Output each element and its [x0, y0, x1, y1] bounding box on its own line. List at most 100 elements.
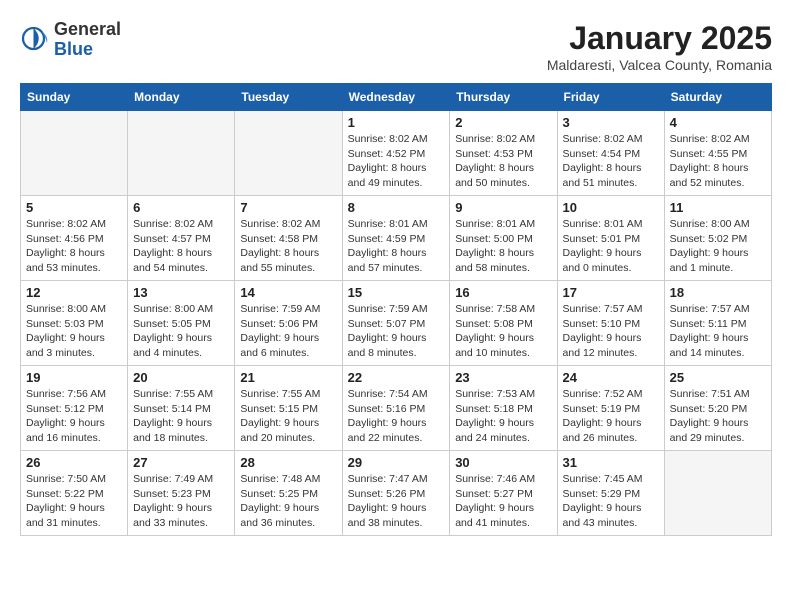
title-block: January 2025 Maldaresti, Valcea County, … — [547, 20, 772, 73]
day-number: 7 — [240, 200, 336, 215]
day-info: Sunrise: 8:02 AM Sunset: 4:54 PM Dayligh… — [563, 132, 659, 191]
day-number: 15 — [348, 285, 445, 300]
day-info: Sunrise: 8:02 AM Sunset: 4:58 PM Dayligh… — [240, 217, 336, 276]
day-number: 10 — [563, 200, 659, 215]
day-info: Sunrise: 8:00 AM Sunset: 5:02 PM Dayligh… — [670, 217, 766, 276]
day-info: Sunrise: 7:55 AM Sunset: 5:14 PM Dayligh… — [133, 387, 229, 446]
day-number: 14 — [240, 285, 336, 300]
calendar-cell: 3Sunrise: 8:02 AM Sunset: 4:54 PM Daylig… — [557, 111, 664, 196]
day-number: 1 — [348, 115, 445, 130]
calendar-week-row: 12 Sunrise: 8:00 AM Sunset: 5:03 PM Dayli… — [21, 281, 772, 366]
day-number: 16 — [455, 285, 551, 300]
day-info: Sunrise: 7:54 AM Sunset: 5:16 PM Dayligh… — [348, 387, 445, 446]
day-number: 19 — [26, 370, 122, 385]
logo-icon — [20, 25, 50, 55]
calendar-cell — [235, 111, 342, 196]
day-info: Sunrise: 8:02 AM Sunset: 4:52 PM Dayligh… — [348, 132, 445, 191]
calendar-cell: 13 Sunrise: 8:00 AM Sunset: 5:05 PM Dayli… — [128, 281, 235, 366]
page-header: General Blue January 2025 Maldaresti, Va… — [20, 20, 772, 73]
day-info: Sunrise: 7:51 AM Sunset: 5:20 PM Dayligh… — [670, 387, 766, 446]
calendar-cell: 16 Sunrise: 7:58 AM Sunset: 5:08 PM Dayli… — [450, 281, 557, 366]
calendar-cell: 11 Sunrise: 8:00 AM Sunset: 5:02 PM Dayli… — [664, 196, 771, 281]
calendar-cell: 2Sunrise: 8:02 AM Sunset: 4:53 PM Daylig… — [450, 111, 557, 196]
day-info: Sunrise: 7:58 AM Sunset: 5:08 PM Dayligh… — [455, 302, 551, 361]
weekday-header: Thursday — [450, 84, 557, 111]
calendar-cell: 29 Sunrise: 7:47 AM Sunset: 5:26 PM Dayli… — [342, 451, 450, 536]
calendar-cell: 24 Sunrise: 7:52 AM Sunset: 5:19 PM Dayli… — [557, 366, 664, 451]
calendar-cell: 28Sunrise: 7:48 AM Sunset: 5:25 PM Dayli… — [235, 451, 342, 536]
calendar-cell: 27Sunrise: 7:49 AM Sunset: 5:23 PM Dayli… — [128, 451, 235, 536]
day-number: 21 — [240, 370, 336, 385]
calendar-cell: 21Sunrise: 7:55 AM Sunset: 5:15 PM Dayli… — [235, 366, 342, 451]
day-number: 4 — [670, 115, 766, 130]
calendar-cell — [21, 111, 128, 196]
calendar-week-row: 26Sunrise: 7:50 AM Sunset: 5:22 PM Dayli… — [21, 451, 772, 536]
day-number: 5 — [26, 200, 122, 215]
calendar-cell: 19 Sunrise: 7:56 AM Sunset: 5:12 PM Dayli… — [21, 366, 128, 451]
day-number: 12 — [26, 285, 122, 300]
day-number: 11 — [670, 200, 766, 215]
calendar-week-row: 5 Sunrise: 8:02 AM Sunset: 4:56 PM Daylig… — [21, 196, 772, 281]
calendar-cell: 9 Sunrise: 8:01 AM Sunset: 5:00 PM Daylig… — [450, 196, 557, 281]
day-info: Sunrise: 7:56 AM Sunset: 5:12 PM Dayligh… — [26, 387, 122, 446]
calendar-cell: 1 Sunrise: 8:02 AM Sunset: 4:52 PM Daylig… — [342, 111, 450, 196]
day-info: Sunrise: 7:59 AM Sunset: 5:06 PM Dayligh… — [240, 302, 336, 361]
day-number: 24 — [563, 370, 659, 385]
day-info: Sunrise: 8:02 AM Sunset: 4:53 PM Dayligh… — [455, 132, 551, 191]
day-number: 20 — [133, 370, 229, 385]
weekday-header: Saturday — [664, 84, 771, 111]
day-number: 8 — [348, 200, 445, 215]
logo-general: General — [54, 20, 121, 40]
calendar-cell: 20 Sunrise: 7:55 AM Sunset: 5:14 PM Dayli… — [128, 366, 235, 451]
weekday-header: Friday — [557, 84, 664, 111]
day-number: 30 — [455, 455, 551, 470]
calendar-cell: 14 Sunrise: 7:59 AM Sunset: 5:06 PM Dayli… — [235, 281, 342, 366]
calendar-cell: 12 Sunrise: 8:00 AM Sunset: 5:03 PM Dayli… — [21, 281, 128, 366]
day-number: 9 — [455, 200, 551, 215]
calendar-cell: 18 Sunrise: 7:57 AM Sunset: 5:11 PM Dayli… — [664, 281, 771, 366]
day-info: Sunrise: 7:52 AM Sunset: 5:19 PM Dayligh… — [563, 387, 659, 446]
day-info: Sunrise: 7:45 AM Sunset: 5:29 PM Dayligh… — [563, 472, 659, 531]
day-info: Sunrise: 8:02 AM Sunset: 4:57 PM Dayligh… — [133, 217, 229, 276]
calendar-table: SundayMondayTuesdayWednesdayThursdayFrid… — [20, 83, 772, 536]
weekday-header: Sunday — [21, 84, 128, 111]
calendar-cell: 7 Sunrise: 8:02 AM Sunset: 4:58 PM Daylig… — [235, 196, 342, 281]
day-number: 13 — [133, 285, 229, 300]
weekday-header: Wednesday — [342, 84, 450, 111]
day-info: Sunrise: 8:00 AM Sunset: 5:05 PM Dayligh… — [133, 302, 229, 361]
day-info: Sunrise: 8:01 AM Sunset: 5:00 PM Dayligh… — [455, 217, 551, 276]
logo-blue: Blue — [54, 40, 121, 60]
logo-text: General Blue — [54, 20, 121, 60]
day-number: 29 — [348, 455, 445, 470]
day-info: Sunrise: 7:49 AM Sunset: 5:23 PM Dayligh… — [133, 472, 229, 531]
day-info: Sunrise: 8:02 AM Sunset: 4:56 PM Dayligh… — [26, 217, 122, 276]
calendar-cell: 5 Sunrise: 8:02 AM Sunset: 4:56 PM Daylig… — [21, 196, 128, 281]
calendar-cell: 15Sunrise: 7:59 AM Sunset: 5:07 PM Dayli… — [342, 281, 450, 366]
day-info: Sunrise: 7:47 AM Sunset: 5:26 PM Dayligh… — [348, 472, 445, 531]
calendar-cell: 23Sunrise: 7:53 AM Sunset: 5:18 PM Dayli… — [450, 366, 557, 451]
calendar-cell: 6 Sunrise: 8:02 AM Sunset: 4:57 PM Daylig… — [128, 196, 235, 281]
location: Maldaresti, Valcea County, Romania — [547, 57, 772, 73]
day-info: Sunrise: 8:02 AM Sunset: 4:55 PM Dayligh… — [670, 132, 766, 191]
calendar-cell: 26Sunrise: 7:50 AM Sunset: 5:22 PM Dayli… — [21, 451, 128, 536]
calendar-week-row: 19 Sunrise: 7:56 AM Sunset: 5:12 PM Dayli… — [21, 366, 772, 451]
day-info: Sunrise: 8:00 AM Sunset: 5:03 PM Dayligh… — [26, 302, 122, 361]
day-number: 31 — [563, 455, 659, 470]
calendar-cell: 17Sunrise: 7:57 AM Sunset: 5:10 PM Dayli… — [557, 281, 664, 366]
day-number: 28 — [240, 455, 336, 470]
calendar-cell — [128, 111, 235, 196]
day-info: Sunrise: 7:46 AM Sunset: 5:27 PM Dayligh… — [455, 472, 551, 531]
day-info: Sunrise: 8:01 AM Sunset: 5:01 PM Dayligh… — [563, 217, 659, 276]
day-number: 18 — [670, 285, 766, 300]
calendar-cell: 4 Sunrise: 8:02 AM Sunset: 4:55 PM Daylig… — [664, 111, 771, 196]
day-number: 17 — [563, 285, 659, 300]
calendar-cell: 30 Sunrise: 7:46 AM Sunset: 5:27 PM Dayli… — [450, 451, 557, 536]
calendar-cell: 22Sunrise: 7:54 AM Sunset: 5:16 PM Dayli… — [342, 366, 450, 451]
calendar-week-row: 1 Sunrise: 8:02 AM Sunset: 4:52 PM Daylig… — [21, 111, 772, 196]
day-number: 6 — [133, 200, 229, 215]
day-info: Sunrise: 7:57 AM Sunset: 5:11 PM Dayligh… — [670, 302, 766, 361]
calendar-cell: 10 Sunrise: 8:01 AM Sunset: 5:01 PM Dayli… — [557, 196, 664, 281]
weekday-header: Tuesday — [235, 84, 342, 111]
day-info: Sunrise: 7:50 AM Sunset: 5:22 PM Dayligh… — [26, 472, 122, 531]
calendar-cell: 8Sunrise: 8:01 AM Sunset: 4:59 PM Daylig… — [342, 196, 450, 281]
